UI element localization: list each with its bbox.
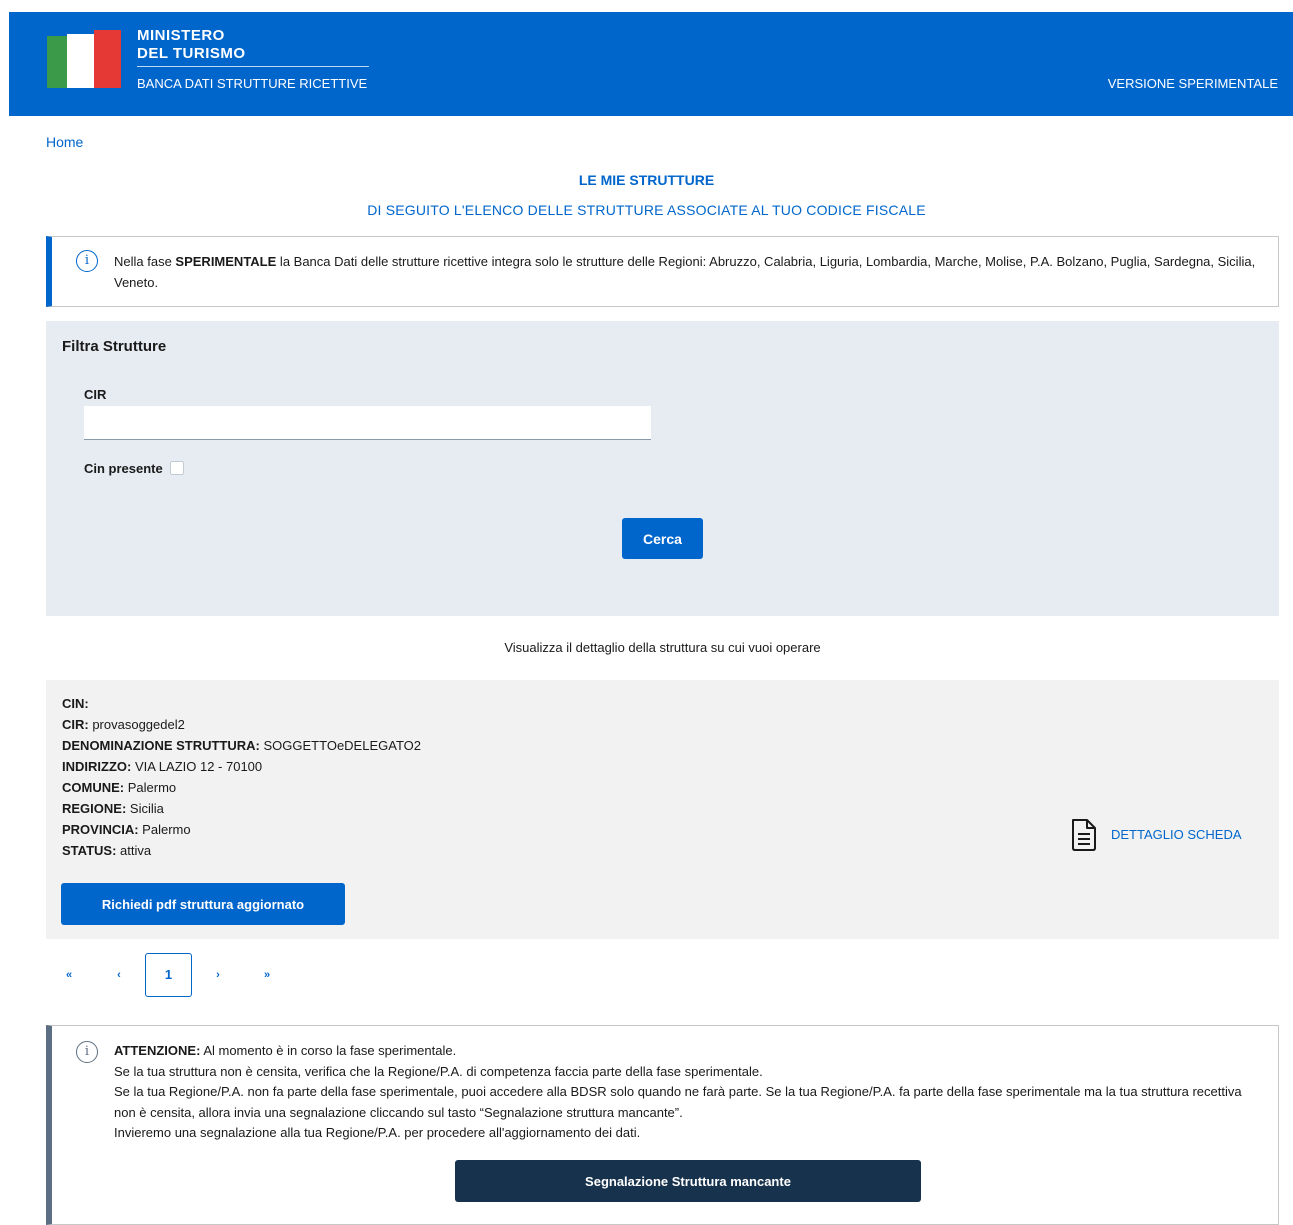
request-pdf-button[interactable]: Richiedi pdf struttura aggiornato (61, 883, 345, 925)
cin-field: CIN: (62, 696, 89, 712)
report-missing-structure-button[interactable]: Segnalazione Struttura mancante (455, 1160, 921, 1202)
cir-field-value: provasoggedel2 (88, 717, 185, 732)
comune-field: COMUNE: Palermo (62, 780, 176, 796)
ministry-name-line1: MINISTERO (137, 27, 225, 44)
pagination-last[interactable]: » (258, 953, 276, 997)
site-subtitle: BANCA DATI STRUTTURE RICETTIVE (137, 76, 368, 91)
detail-hint: Visualizza il dettaglio della struttura … (504, 640, 821, 655)
pagination-first[interactable]: « (60, 953, 78, 997)
info-body: la Banca Dati delle strutture ricettive … (114, 254, 1256, 290)
page-subtitle: DI SEGUITO L'ELENCO DELLE STRUTTURE ASSO… (367, 202, 926, 218)
info-callout: i Nella fase SPERIMENTALE la Banca Dati … (46, 236, 1279, 307)
status-field: STATUS: attiva (62, 843, 151, 859)
pagination-current-page[interactable]: 1 (145, 953, 192, 997)
address-field: INDIRIZZO: VIA LAZIO 12 - 70100 (62, 759, 262, 775)
cin-present-checkbox[interactable] (170, 461, 184, 475)
info-prefix: Nella fase (114, 254, 176, 269)
document-icon (1072, 819, 1096, 851)
provincia-field: PROVINCIA: Palermo (62, 822, 191, 838)
status-field-label: STATUS: (62, 843, 117, 858)
page-title: LE MIE STRUTTURE (578, 172, 715, 188)
warning-callout: i ATTENZIONE: Al momento è in corso la f… (46, 1025, 1279, 1225)
provincia-field-value: Palermo (138, 822, 191, 837)
ministry-name-line2: DEL TURISMO (137, 45, 246, 62)
brand-divider (137, 66, 369, 67)
filter-panel: Filtra Strutture CIR Cin presente Cerca (46, 321, 1279, 616)
pagination-prev[interactable]: ‹ (110, 953, 128, 997)
version-label: VERSIONE SPERIMENTALE (1107, 76, 1278, 91)
cir-field: CIR: provasoggedel2 (62, 717, 185, 733)
info-text: Nella fase SPERIMENTALE la Banca Dati de… (114, 251, 1264, 293)
ministry-name[interactable]: MINISTERO DEL TURISMO (137, 27, 246, 63)
cir-label: CIR (84, 387, 107, 402)
name-field-label: DENOMINAZIONE STRUTTURA: (62, 738, 260, 753)
warning-line2: Se la tua struttura non è censita, verif… (114, 1063, 763, 1079)
name-field-value: SOGGETTOeDELEGATO2 (259, 738, 422, 753)
cin-field-label: CIN: (62, 696, 89, 711)
regione-field-value: Sicilia (126, 801, 164, 816)
warning-text: ATTENZIONE: Al momento è in corso la fas… (114, 1041, 1254, 1144)
warning-line1: Al momento è in corso la fase sperimenta… (200, 1043, 457, 1058)
provincia-field-label: PROVINCIA: (62, 822, 139, 837)
info-strong: SPERIMENTALE (175, 254, 277, 269)
comune-field-value: Palermo (124, 780, 177, 795)
name-field: DENOMINAZIONE STRUTTURA: SOGGETTOeDELEGA… (62, 738, 421, 754)
warning-line3: Se la tua Regione/P.A. non fa parte dell… (114, 1084, 1242, 1120)
detail-scheda-label[interactable]: DETTAGLIO SCHEDA (1111, 827, 1242, 842)
info-icon: i (76, 250, 98, 272)
address-field-label: INDIRIZZO: (62, 759, 132, 774)
pagination-next[interactable]: › (209, 953, 227, 997)
structure-card: CIN: CIR: provasoggedel2 DENOMINAZIONE S… (46, 680, 1279, 939)
warning-strong: ATTENZIONE: (114, 1043, 201, 1058)
warning-line4: Invieremo una segnalazione alla tua Regi… (114, 1125, 641, 1140)
filter-title: Filtra Strutture (62, 338, 167, 355)
status-field-value: attiva (116, 843, 152, 858)
comune-field-label: COMUNE: (62, 780, 125, 795)
italian-flag-logo-icon[interactable] (47, 30, 121, 88)
cir-input[interactable] (84, 406, 651, 440)
regione-field: REGIONE: Sicilia (62, 801, 164, 817)
info-icon: i (76, 1041, 98, 1063)
address-field-value: VIA LAZIO 12 - 70100 (131, 759, 263, 774)
cin-present-label[interactable]: Cin presente (84, 461, 163, 476)
site-header: MINISTERO DEL TURISMO BANCA DATI STRUTTU… (9, 12, 1293, 116)
search-button[interactable]: Cerca (622, 518, 703, 559)
regione-field-label: REGIONE: (62, 801, 127, 816)
breadcrumb-home-link[interactable]: Home (46, 134, 83, 150)
cir-field-label: CIR: (62, 717, 89, 732)
